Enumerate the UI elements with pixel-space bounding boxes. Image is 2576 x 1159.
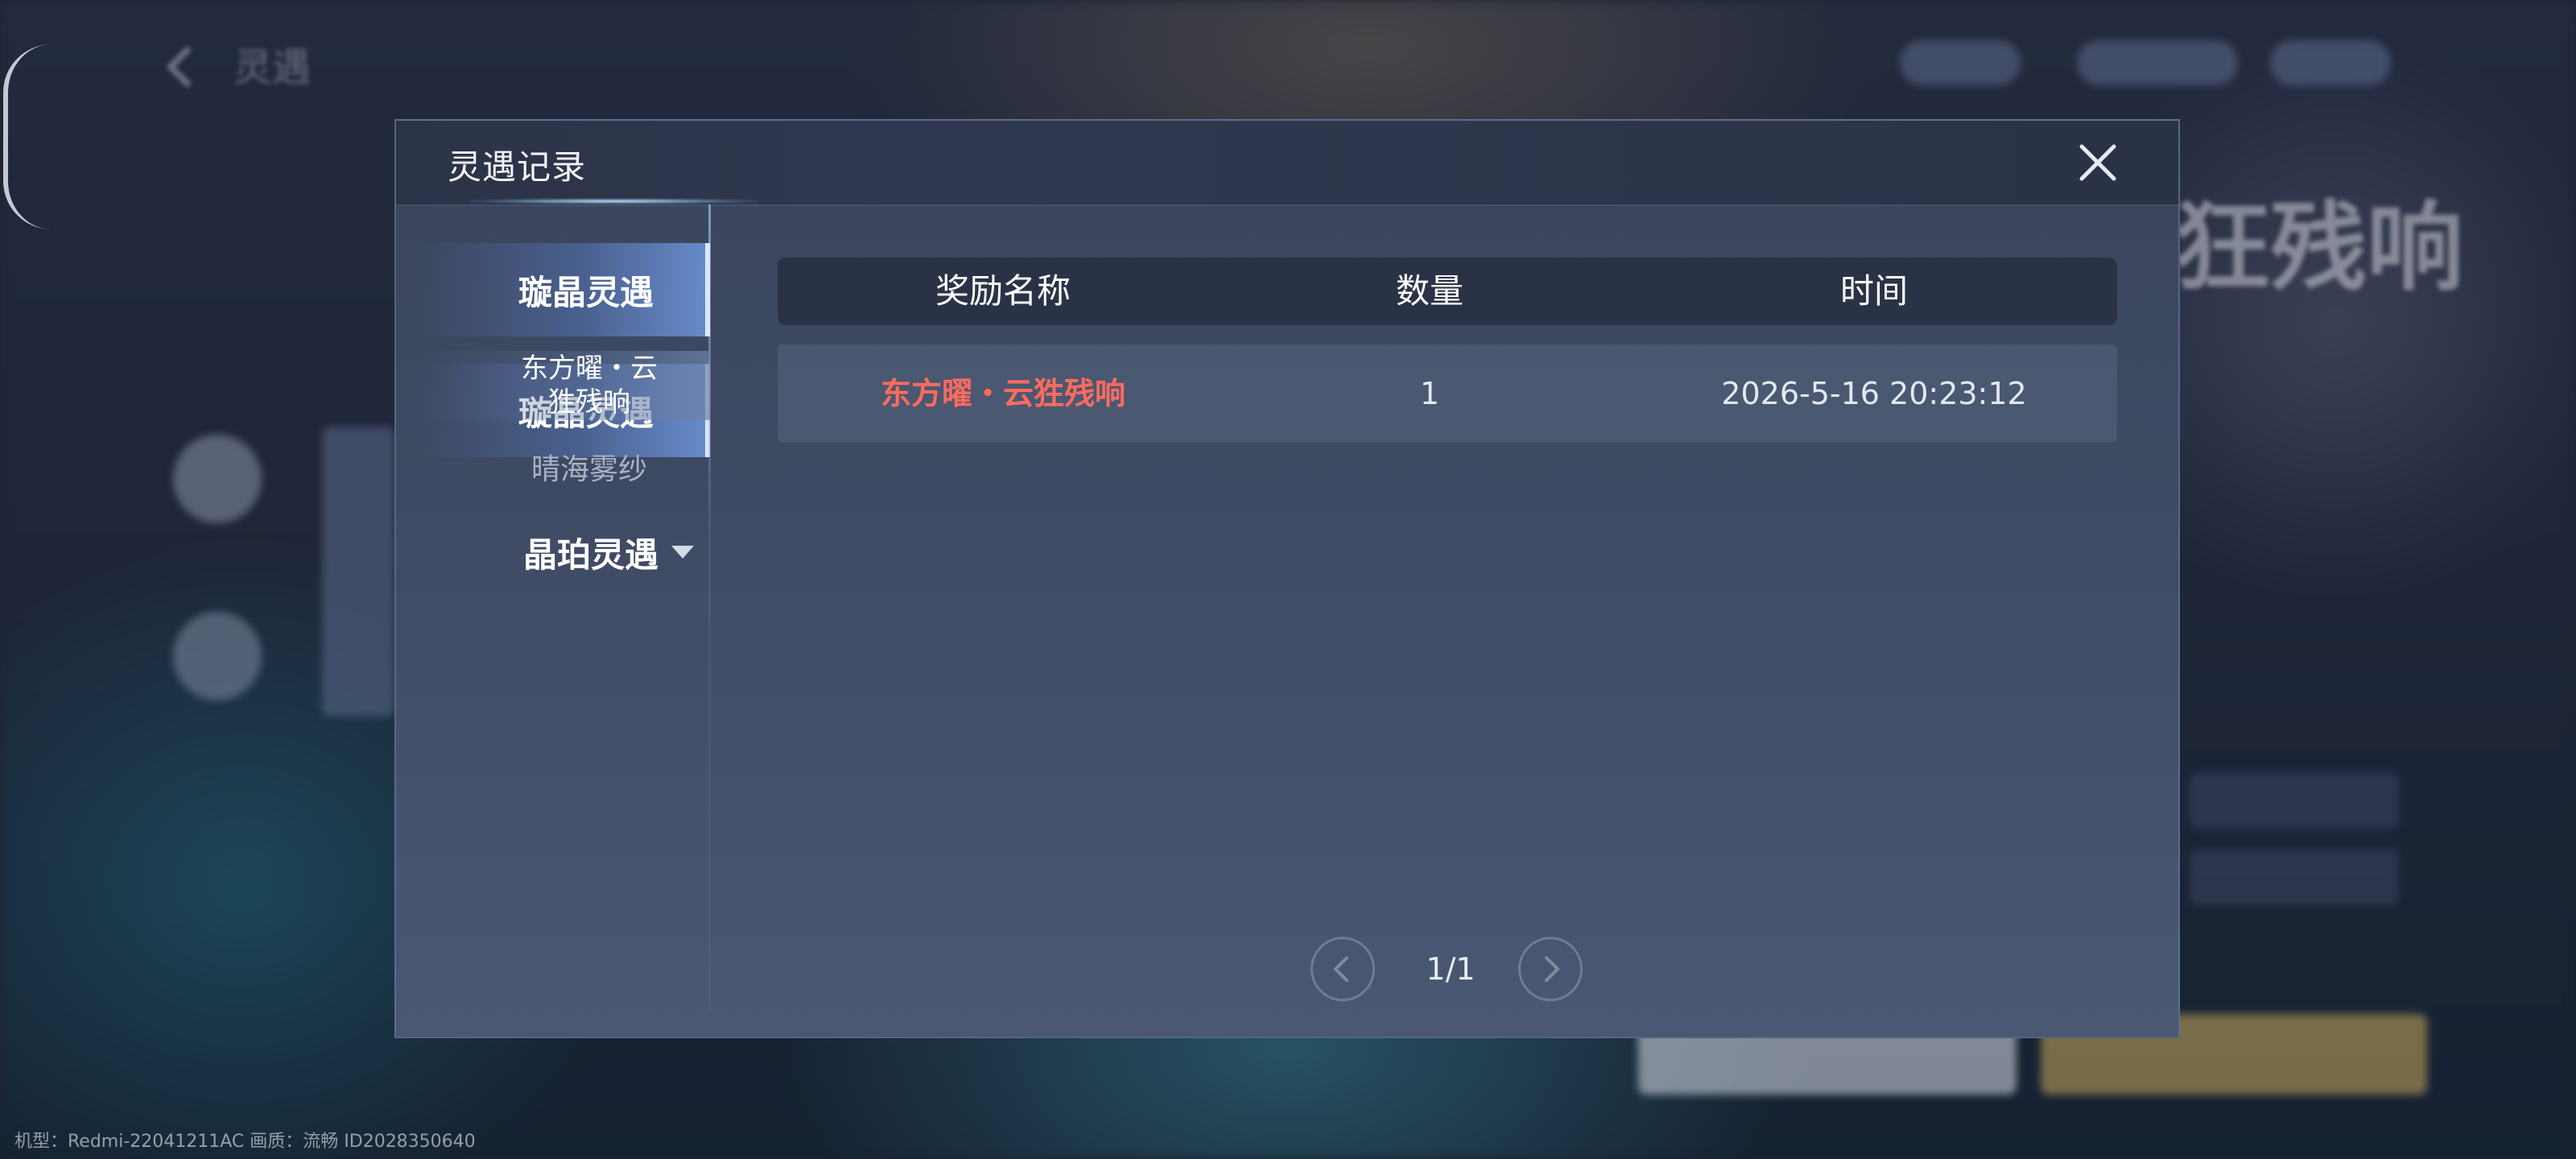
quantity-cell: 1 <box>1419 376 1440 411</box>
sidebar-category-xuanjing[interactable]: 璇晶灵遇 <box>420 243 710 336</box>
column-header-time: 时间 <box>1839 271 1908 311</box>
chevron-down-icon <box>671 546 694 559</box>
dialog-title: 灵遇记录 <box>448 147 587 187</box>
background-card <box>322 427 394 716</box>
device-info-text: 机型：Redmi-22041211AC 画质：流畅 ID2028350640 <box>14 1132 476 1152</box>
sidebar-subitem-label: 晴海雾纱 <box>530 453 647 486</box>
background-currency <box>1900 40 2021 85</box>
background-card <box>2190 773 2399 829</box>
background-avatar <box>173 612 262 700</box>
sidebar-category-label: 晶珀灵遇 <box>522 534 658 575</box>
chevron-right-icon <box>1545 956 1560 982</box>
column-header-reward-name: 奖励名称 <box>935 271 1071 311</box>
sidebar-category-label: 璇晶灵遇 <box>518 272 654 312</box>
sidebar-subitem-qinghai[interactable]: 晴海雾纱 <box>420 431 710 509</box>
edge-swipe-indicator <box>3 44 56 229</box>
background-avatar <box>173 435 262 523</box>
chevron-left-icon <box>1333 956 1348 982</box>
table-header: 奖励名称 数量 时间 <box>778 258 2117 325</box>
background-currency <box>2270 40 2391 85</box>
table-row: 东方曜・云狌残响 1 2026-5-16 20:23:12 <box>778 344 2117 443</box>
next-page-button[interactable] <box>1518 937 1583 1001</box>
sidebar-subitem-dongfangyao[interactable]: 东方曜・云狌残响 <box>420 351 710 420</box>
close-icon <box>2079 144 2116 181</box>
prev-page-button[interactable] <box>1311 937 1375 1001</box>
background-card <box>2190 849 2399 905</box>
page-indicator: 1/1 <box>1426 951 1476 987</box>
background-page-title: 灵遇 <box>233 45 312 90</box>
background-banner-title: 狂残响 <box>2174 192 2463 304</box>
column-header-quantity: 数量 <box>1395 271 1463 311</box>
header-glow-decoration <box>469 198 758 204</box>
dialog-header: 灵遇记录 <box>396 121 2178 206</box>
back-arrow-icon <box>153 39 209 95</box>
time-cell: 2026-5-16 20:23:12 <box>1721 376 2027 411</box>
sidebar-category-jingpo[interactable]: 晶珀灵遇 <box>420 505 710 599</box>
encounter-record-dialog: 灵遇记录 璇晶灵遇 璇晶灵遇 东方曜・云狌残响 晴海雾纱 晶珀灵遇 奖励名称 数… <box>394 119 2180 1038</box>
sidebar-subitem-label: 东方曜・云狌残响 <box>521 353 658 419</box>
close-button[interactable] <box>2074 138 2122 187</box>
background-currency <box>2077 40 2238 85</box>
reward-name-cell: 东方曜・云狌残响 <box>880 376 1125 411</box>
